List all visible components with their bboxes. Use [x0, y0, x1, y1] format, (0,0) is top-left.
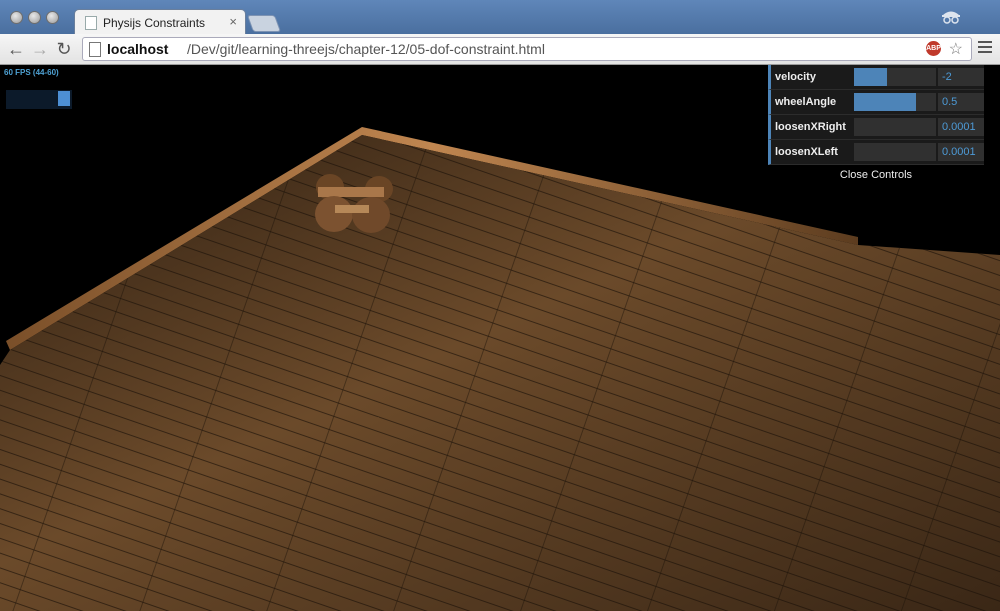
- tab-close-icon[interactable]: ×: [229, 14, 237, 29]
- tab-physijs-constraints[interactable]: Physijs Constraints ×: [74, 9, 246, 36]
- zoom-window-button[interactable]: [46, 11, 59, 24]
- wheel-angle-value-input[interactable]: 0.5: [938, 93, 984, 111]
- fps-graph: [6, 90, 72, 109]
- incognito-icon: [942, 11, 960, 24]
- loosen-x-left-slider[interactable]: [854, 143, 936, 161]
- fps-graph-bar: [58, 91, 70, 106]
- close-window-button[interactable]: [10, 11, 23, 24]
- minimize-window-button[interactable]: [28, 11, 41, 24]
- slider-fill: [854, 68, 887, 86]
- url-host: localhost: [107, 41, 169, 57]
- url-path: /Dev/git/learning-threejs/chapter-12/05-…: [187, 41, 545, 57]
- fps-text: 60 FPS (44-60): [4, 68, 59, 77]
- address-bar[interactable]: localhost /Dev/git/learning-threejs/chap…: [82, 37, 972, 61]
- control-wheel-angle[interactable]: wheelAngle 0.5: [768, 90, 984, 115]
- back-button[interactable]: ←: [6, 39, 26, 59]
- wheel-angle-slider[interactable]: [854, 93, 936, 111]
- control-velocity[interactable]: velocity -2: [768, 65, 984, 90]
- window-titlebar: Physijs Constraints ×: [0, 0, 1000, 36]
- control-label: loosenXRight: [775, 121, 846, 133]
- loosen-x-left-value-input[interactable]: 0.0001: [938, 143, 984, 161]
- new-tab-button[interactable]: [246, 15, 282, 32]
- controls-panel: velocity -2 wheelAngle 0.5 loosenXRight …: [768, 65, 984, 185]
- chrome-menu-icon[interactable]: [978, 41, 992, 56]
- loosen-x-right-slider[interactable]: [854, 118, 936, 136]
- forward-button[interactable]: →: [30, 39, 50, 59]
- velocity-slider[interactable]: [854, 68, 936, 86]
- page-favicon-icon: [85, 16, 97, 30]
- fps-stats[interactable]: 60 FPS (44-60): [4, 68, 72, 110]
- velocity-value-input[interactable]: -2: [938, 68, 984, 86]
- control-label: wheelAngle: [775, 96, 837, 108]
- control-loosen-x-right[interactable]: loosenXRight 0.0001: [768, 115, 984, 140]
- control-label: velocity: [775, 71, 816, 83]
- webgl-viewport[interactable]: 60 FPS (44-60) velocity -2 wheelAngle 0.…: [0, 65, 1000, 611]
- browser-toolbar: ← → ↻ localhost /Dev/git/learning-threej…: [0, 34, 1000, 65]
- loosen-x-right-value-input[interactable]: 0.0001: [938, 118, 984, 136]
- floor-planks: [0, 135, 1000, 611]
- reload-button[interactable]: ↻: [54, 39, 74, 59]
- bookmark-star-icon[interactable]: ☆: [949, 39, 963, 59]
- page-icon: [89, 42, 101, 57]
- slider-fill: [854, 93, 916, 111]
- tab-title: Physijs Constraints: [103, 16, 206, 30]
- adblock-icon[interactable]: ABP: [926, 41, 941, 56]
- close-controls-button[interactable]: Close Controls: [768, 165, 984, 185]
- control-loosen-x-left[interactable]: loosenXLeft 0.0001: [768, 140, 984, 165]
- control-label: loosenXLeft: [775, 146, 838, 158]
